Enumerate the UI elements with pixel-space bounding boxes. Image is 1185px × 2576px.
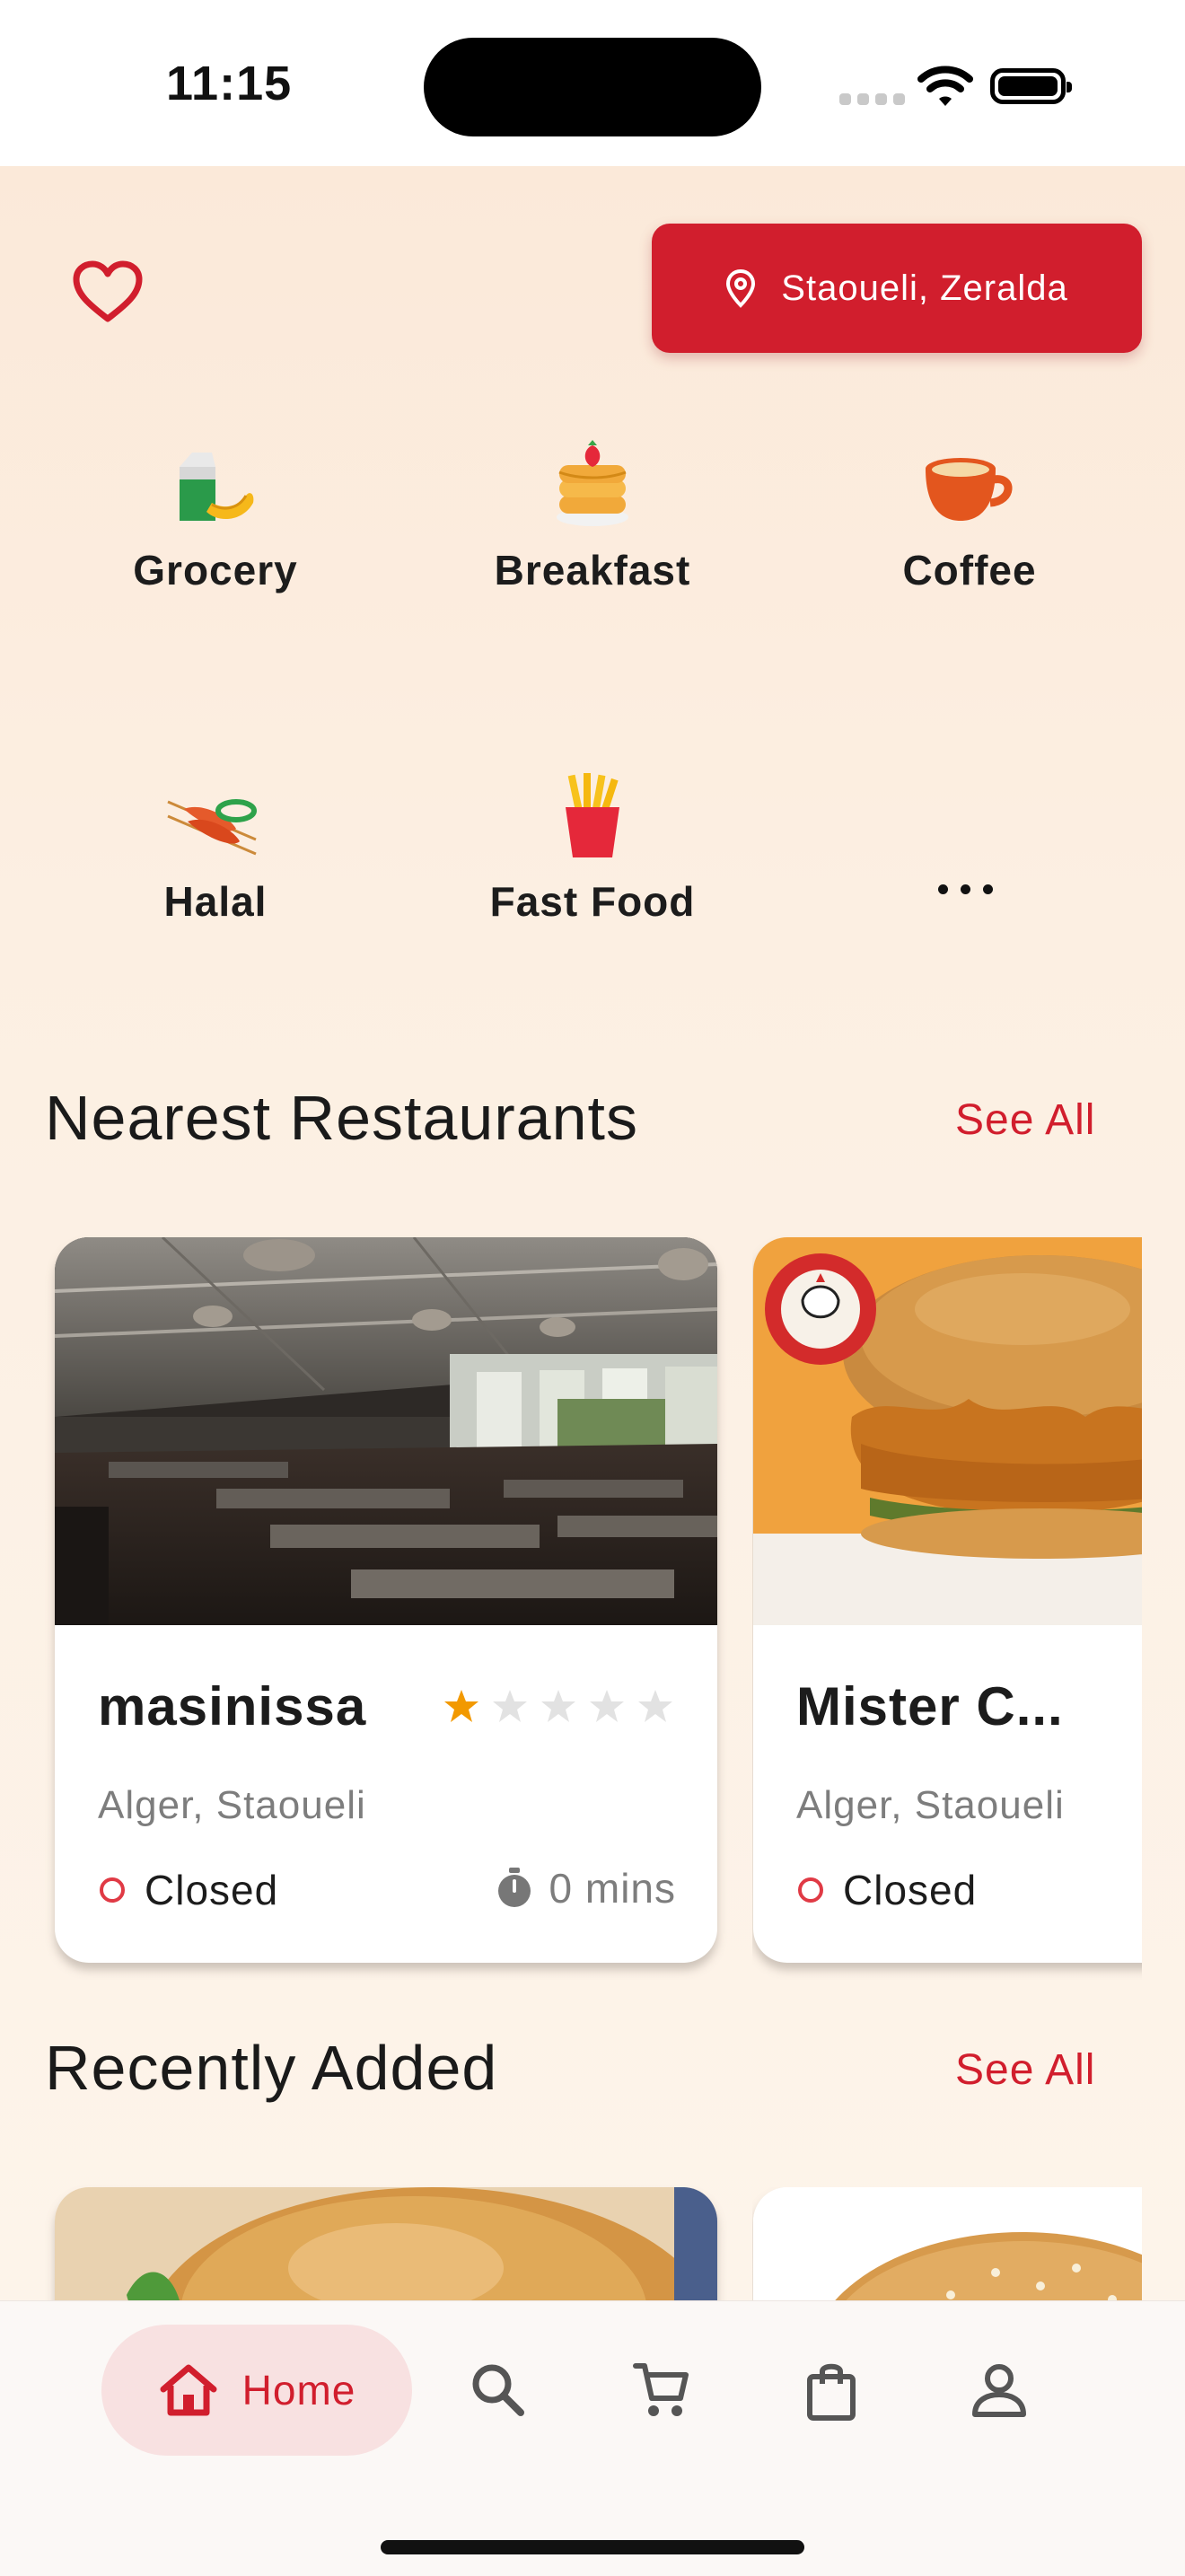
- kebab-icon: [63, 762, 368, 861]
- restaurant-status: Closed: [100, 1866, 278, 1914]
- location-selector-button[interactable]: Staoueli, Zeralda: [652, 224, 1142, 353]
- category-breakfast[interactable]: Breakfast: [440, 431, 745, 594]
- category-label: Breakfast: [494, 547, 691, 593]
- category-label: Grocery: [133, 547, 298, 593]
- dynamic-island: [424, 38, 761, 136]
- recent-see-all-link[interactable]: See All: [955, 2045, 1095, 2095]
- nav-home-tab[interactable]: Home: [101, 2325, 412, 2456]
- restaurant-location: Alger, Staoueli: [98, 1783, 366, 1827]
- recently-added-title: Recently Added: [45, 2033, 498, 2103]
- status-ring-icon: [798, 1877, 823, 1903]
- nav-orders-tab[interactable]: [804, 2361, 858, 2422]
- status-ring-icon: [100, 1877, 125, 1903]
- star-icon: [493, 1690, 527, 1722]
- star-icon: [590, 1690, 624, 1722]
- favorites-button[interactable]: [63, 251, 153, 332]
- status-text: Closed: [843, 1867, 978, 1913]
- restaurant-photo: [753, 2187, 1142, 2300]
- home-indicator[interactable]: [381, 2540, 804, 2554]
- star-icon: [638, 1690, 672, 1722]
- nav-search-tab[interactable]: [469, 2361, 526, 2418]
- category-fast-food[interactable]: Fast Food: [440, 762, 745, 926]
- status-bar: 11:15: [0, 0, 1185, 166]
- location-pin-icon: [725, 268, 756, 308]
- home-icon: [160, 2364, 217, 2416]
- category-coffee[interactable]: Coffee: [817, 431, 1122, 594]
- recent-restaurant-card[interactable]: [55, 2187, 717, 2300]
- category-label: Halal: [163, 878, 268, 925]
- status-text: Closed: [145, 1867, 279, 1913]
- nav-cart-tab[interactable]: [632, 2361, 691, 2420]
- restaurant-photo: [753, 1237, 1142, 1625]
- rating-stars: [443, 1688, 674, 1724]
- location-label: Staoueli, Zeralda: [781, 268, 1068, 308]
- coffee-cup-icon: [817, 431, 1122, 530]
- cart-icon: [633, 2363, 689, 2416]
- category-label: Fast Food: [489, 878, 696, 925]
- recent-restaurant-card[interactable]: [753, 2187, 1142, 2300]
- star-icon: [541, 1690, 575, 1722]
- nearest-see-all-link[interactable]: See All: [955, 1095, 1095, 1145]
- carousel-clip: Mister C... Alger, Staoueli Closed: [752, 1208, 1142, 1998]
- category-grocery[interactable]: Grocery: [63, 431, 368, 594]
- pancake-icon: [440, 431, 745, 530]
- wifi-icon: [917, 66, 973, 106]
- nearest-restaurants-title: Nearest Restaurants: [45, 1083, 638, 1153]
- shopping-bag-icon: [807, 2363, 856, 2421]
- battery-icon: [990, 68, 1072, 104]
- status-time: 11:15: [166, 57, 293, 110]
- fries-icon: [440, 762, 745, 861]
- heart-icon: [73, 260, 143, 322]
- nav-home-label: Home: [241, 2367, 356, 2413]
- restaurant-location: Alger, Staoueli: [796, 1783, 1065, 1827]
- home-screen: Staoueli, Zeralda Grocery Breakfast Coff…: [0, 166, 1185, 2300]
- restaurant-photo: [55, 2187, 717, 2300]
- search-icon: [472, 2364, 524, 2416]
- carousel-clip: [752, 2187, 1142, 2300]
- restaurant-status: Closed: [798, 1866, 977, 1914]
- restaurant-card[interactable]: Mister C... Alger, Staoueli Closed: [753, 1237, 1142, 1963]
- star-icon: [444, 1690, 478, 1722]
- nav-profile-tab[interactable]: [970, 2361, 1029, 2420]
- restaurant-photo: [55, 1237, 717, 1625]
- restaurant-name: masinissa: [98, 1676, 367, 1736]
- profile-icon: [972, 2364, 1026, 2417]
- restaurant-name: Mister C...: [796, 1676, 1064, 1736]
- grocery-icon: [63, 431, 368, 530]
- category-halal[interactable]: Halal: [63, 762, 368, 926]
- timer-icon: [497, 1868, 531, 1907]
- category-label: Coffee: [902, 547, 1037, 593]
- restaurant-card[interactable]: masinissa Alger, Staoueli Closed 0 mins: [55, 1237, 717, 1963]
- more-categories-button[interactable]: [938, 884, 993, 894]
- bottom-navigation: Home: [0, 2300, 1185, 2576]
- delivery-time: 0 mins: [496, 1864, 676, 1912]
- delivery-time-text: 0 mins: [549, 1865, 676, 1912]
